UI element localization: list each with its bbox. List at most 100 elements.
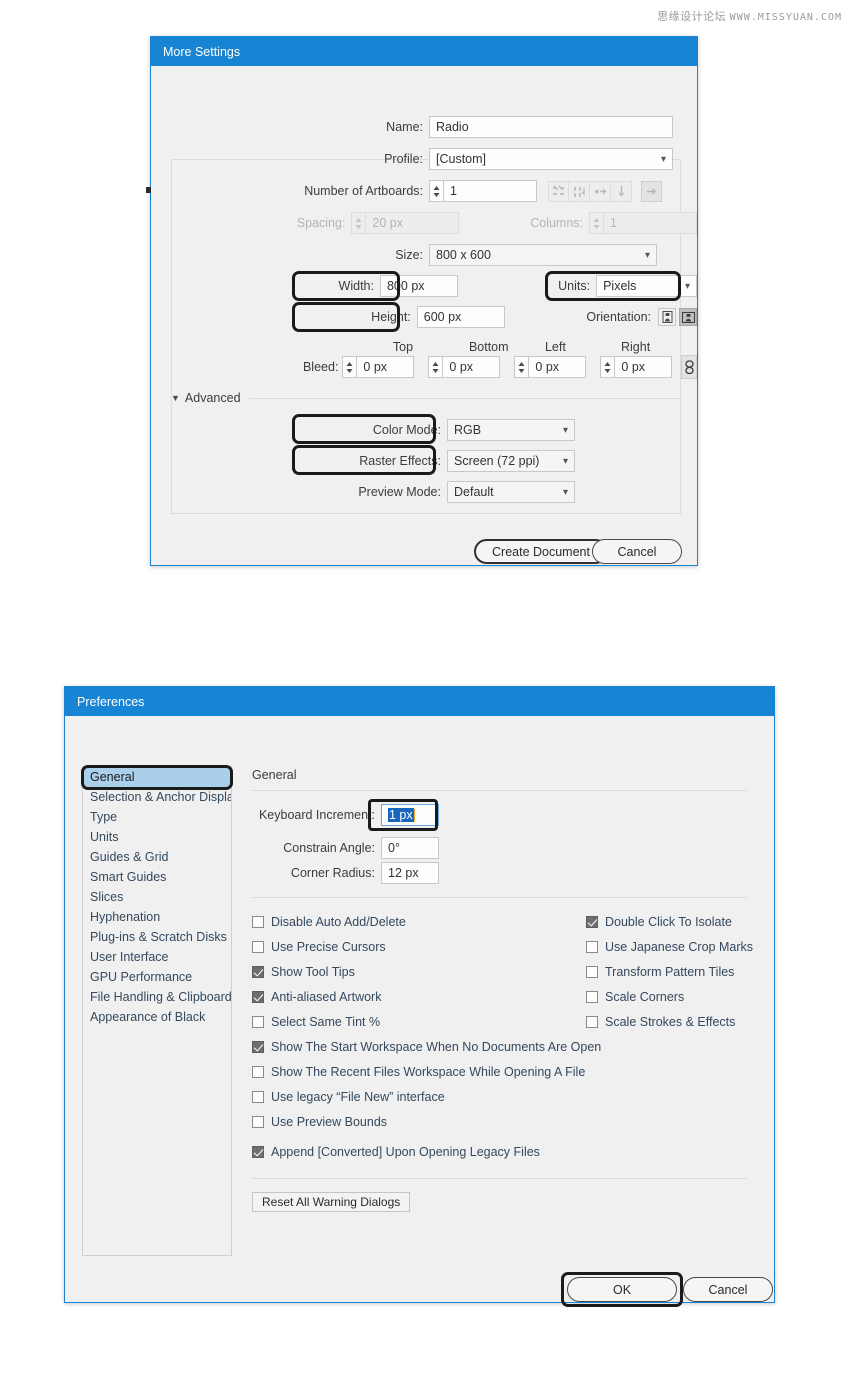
sidebar-item-selection-anchor-display[interactable]: Selection & Anchor Display — [83, 787, 231, 807]
checkbox-anti-aliased-artwork[interactable]: Anti-aliased Artwork — [252, 990, 381, 1004]
units-select[interactable]: Pixels ▾ — [596, 275, 697, 297]
watermark: 思缘设计论坛 WWW.MISSYUAN.COM — [657, 8, 842, 24]
chevron-down-icon: ▾ — [660, 153, 666, 165]
profile-select[interactable]: [Custom] ▾ — [429, 148, 673, 170]
checkbox-box[interactable] — [252, 1146, 264, 1158]
checkbox-box[interactable] — [252, 991, 264, 1003]
corner-radius-input[interactable]: 12 px — [381, 862, 439, 884]
bleed-left-input[interactable]: 0 px — [528, 356, 587, 378]
size-select[interactable]: 800 x 600 ▾ — [429, 244, 657, 266]
preferences-sidebar[interactable]: General Selection & Anchor Display Type … — [82, 766, 232, 1256]
checkbox-box[interactable] — [252, 1016, 264, 1028]
checkbox-box[interactable] — [586, 1016, 598, 1028]
orientation-portrait-button[interactable] — [658, 308, 676, 326]
checkbox-transform-pattern-tiles[interactable]: Transform Pattern Tiles — [586, 965, 734, 979]
sidebar-item-guides-grid[interactable]: Guides & Grid — [83, 847, 231, 867]
sidebar-item-smart-guides[interactable]: Smart Guides — [83, 867, 231, 887]
checkbox-show-tool-tips[interactable]: Show Tool Tips — [252, 965, 355, 979]
bleed-right-stepper[interactable] — [600, 356, 615, 378]
checkbox-double-click-to-isolate[interactable]: Double Click To Isolate — [586, 915, 732, 929]
checkbox-append-converted[interactable]: Append [Converted] Upon Opening Legacy F… — [252, 1145, 540, 1159]
bleed-headers: Top Bottom Left Right — [151, 340, 697, 354]
checkbox-box[interactable] — [252, 941, 264, 953]
advanced-section-header[interactable]: ▼ Advanced — [171, 391, 681, 405]
screenshot-canvas: 思缘设计论坛 WWW.MISSYUAN.COM More Settings Na… — [0, 0, 850, 1374]
stepper-arrows-icon — [432, 361, 439, 373]
stepper-arrows-icon — [518, 361, 525, 373]
checkbox-use-legacy-file-new[interactable]: Use legacy “File New” interface — [252, 1090, 445, 1104]
landscape-icon — [681, 311, 695, 323]
bleed-bottom-header: Bottom — [468, 340, 509, 354]
checkbox-scale-corners[interactable]: Scale Corners — [586, 990, 684, 1004]
constrain-angle-input[interactable]: 0° — [381, 837, 439, 859]
sidebar-item-file-handling-clipboard[interactable]: File Handling & Clipboard — [83, 987, 231, 1007]
advanced-label: Advanced — [184, 391, 241, 405]
reset-all-warning-dialogs-button[interactable]: Reset All Warning Dialogs — [252, 1192, 411, 1212]
checkbox-box[interactable] — [252, 966, 264, 978]
width-input[interactable]: 800 px — [379, 275, 458, 297]
artboards-input[interactable]: 1 — [443, 180, 537, 202]
artboard-layout-column-icon[interactable] — [611, 180, 632, 202]
artboards-stepper[interactable] — [429, 180, 443, 202]
create-document-button[interactable]: Create Document — [474, 539, 608, 564]
artboard-direction-icon[interactable] — [641, 180, 662, 202]
checkbox-disable-auto-add-delete[interactable]: Disable Auto Add/Delete — [252, 915, 406, 929]
checkbox-box[interactable] — [586, 966, 598, 978]
keyboard-increment-row: Keyboard Increment: 1 px — [252, 804, 439, 826]
keyboard-increment-input[interactable]: 1 px — [381, 804, 439, 826]
bleed-link-button[interactable] — [681, 355, 697, 379]
sidebar-item-plugins-scratch-disks[interactable]: Plug-ins & Scratch Disks — [83, 927, 231, 947]
checkbox-box[interactable] — [586, 941, 598, 953]
orientation-landscape-button[interactable] — [679, 308, 697, 326]
sidebar-item-user-interface[interactable]: User Interface — [83, 947, 231, 967]
name-input[interactable]: Radio — [429, 116, 673, 138]
checkbox-show-recent-files-workspace[interactable]: Show The Recent Files Workspace While Op… — [252, 1065, 585, 1079]
name-row: Name: Radio — [151, 116, 697, 138]
sidebar-item-type[interactable]: Type — [83, 807, 231, 827]
raster-effects-select[interactable]: Screen (72 ppi) ▾ — [447, 450, 575, 472]
color-mode-select[interactable]: RGB ▾ — [447, 419, 575, 441]
sidebar-item-label: GPU Performance — [90, 970, 193, 984]
checkbox-box[interactable] — [252, 1116, 264, 1128]
sidebar-item-gpu-performance[interactable]: GPU Performance — [83, 967, 231, 987]
checkbox-box[interactable] — [252, 1041, 264, 1053]
artboard-layout-gridcols-icon[interactable] — [569, 180, 590, 202]
bleed-right-value: 0 px — [621, 360, 646, 374]
sidebar-item-units[interactable]: Units — [83, 827, 231, 847]
checkbox-box[interactable] — [586, 991, 598, 1003]
bleed-label: Bleed: — [302, 360, 339, 374]
bleed-bottom-input[interactable]: 0 px — [442, 356, 501, 378]
checkbox-use-precise-cursors[interactable]: Use Precise Cursors — [252, 940, 386, 954]
sidebar-item-appearance-of-black[interactable]: Appearance of Black — [83, 1007, 231, 1027]
preview-mode-select[interactable]: Default ▾ — [447, 481, 575, 503]
checkbox-box[interactable] — [252, 916, 264, 928]
sidebar-item-label: Appearance of Black — [90, 1010, 206, 1024]
checkbox-box[interactable] — [252, 1091, 264, 1103]
checkbox-use-preview-bounds[interactable]: Use Preview Bounds — [252, 1115, 387, 1129]
sidebar-item-general[interactable]: General — [83, 767, 231, 787]
checkbox-scale-strokes-effects[interactable]: Scale Strokes & Effects — [586, 1015, 735, 1029]
checkbox-label: Append [Converted] Upon Opening Legacy F… — [271, 1145, 540, 1159]
cancel-button-prefs[interactable]: Cancel — [683, 1277, 773, 1302]
corner-radius-row: Corner Radius: 12 px — [252, 862, 439, 884]
bleed-bottom-stepper[interactable] — [428, 356, 443, 378]
ok-button[interactable]: OK — [567, 1277, 677, 1302]
sidebar-item-slices[interactable]: Slices — [83, 887, 231, 907]
bleed-right-input[interactable]: 0 px — [614, 356, 673, 378]
height-input[interactable]: 600 px — [416, 306, 506, 328]
cancel-button-newdoc[interactable]: Cancel — [592, 539, 682, 564]
artboard-layout-gridrows-icon[interactable] — [548, 180, 569, 202]
divider — [248, 397, 681, 399]
checkbox-box[interactable] — [586, 916, 598, 928]
sidebar-item-hyphenation[interactable]: Hyphenation — [83, 907, 231, 927]
bleed-left-stepper[interactable] — [514, 356, 529, 378]
checkbox-show-start-workspace[interactable]: Show The Start Workspace When No Documen… — [252, 1040, 601, 1054]
checkbox-use-japanese-crop-marks[interactable]: Use Japanese Crop Marks — [586, 940, 753, 954]
artboard-layout-row-icon[interactable] — [590, 180, 611, 202]
bleed-top-stepper[interactable] — [342, 356, 357, 378]
checkbox-select-same-tint[interactable]: Select Same Tint % — [252, 1015, 380, 1029]
checkbox-box[interactable] — [252, 1066, 264, 1078]
new-document-body: Name: Radio Profile: [Custom] ▾ Number o… — [151, 66, 697, 567]
bleed-top-input[interactable]: 0 px — [356, 356, 415, 378]
artboards-label: Number of Artboards: — [304, 184, 423, 198]
